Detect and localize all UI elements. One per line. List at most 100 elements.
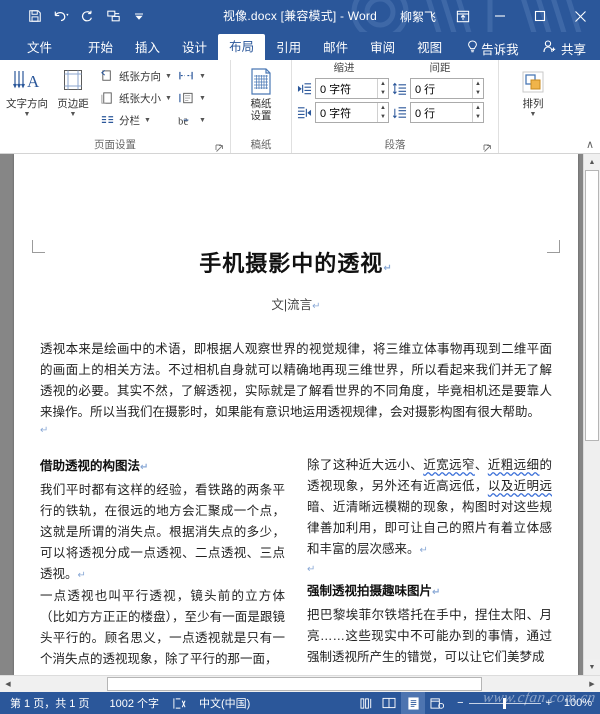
share-button[interactable]: 共享: [537, 36, 596, 60]
chevron-down-icon[interactable]: ▼: [199, 117, 206, 124]
view-print-layout[interactable]: [401, 692, 426, 714]
tab-home[interactable]: 开始: [77, 36, 124, 60]
chevron-down-icon[interactable]: ▼: [144, 117, 151, 124]
vertical-scroll-thumb[interactable]: [585, 170, 599, 441]
macro-record-icon[interactable]: [357, 697, 377, 710]
breaks-button[interactable]: ▼: [175, 66, 209, 87]
indent-right-stepper[interactable]: ▲▼: [315, 102, 389, 123]
indent-left-stepper[interactable]: ▲▼: [315, 78, 389, 99]
chevron-down-icon[interactable]: ▼: [165, 95, 172, 102]
spin-down-icon[interactable]: ▼: [473, 113, 483, 123]
maximize-icon[interactable]: [520, 0, 560, 32]
orientation-label: 纸张方向: [119, 71, 161, 83]
margins-label: 页边距: [57, 98, 89, 110]
spin-down-icon[interactable]: ▼: [378, 113, 388, 123]
zoom-level[interactable]: 100%: [558, 697, 600, 709]
paper-size-button[interactable]: 纸张大小 ▼: [96, 88, 175, 109]
close-icon[interactable]: [560, 0, 600, 32]
tell-me-box[interactable]: 告诉我: [459, 36, 527, 60]
chevron-down-icon[interactable]: ▼: [165, 73, 172, 80]
indent-right-input[interactable]: [316, 103, 378, 122]
tab-mailings[interactable]: 邮件: [312, 36, 359, 60]
paragraph-mark: ↵: [77, 570, 86, 581]
horizontal-scroll-track[interactable]: [16, 676, 584, 692]
right-column-heading: 强制透视拍摄趣味图片↵: [307, 580, 552, 599]
page-body[interactable]: 手机摄影中的透视↵ 文|流言↵ 透视本来是绘画中的术语，即根据人观察世界的视觉规…: [40, 172, 552, 675]
scroll-down-icon[interactable]: ▼: [584, 659, 600, 675]
tab-design[interactable]: 设计: [171, 36, 218, 60]
page-indicator[interactable]: 第 1 页，共 1 页: [0, 695, 99, 711]
tab-view[interactable]: 视图: [406, 36, 453, 60]
zoom-control[interactable]: − +: [449, 697, 558, 709]
word-count[interactable]: 1002 个字: [99, 695, 169, 711]
orientation-button[interactable]: 纸张方向 ▼: [96, 66, 175, 87]
zoom-slider-handle[interactable]: [503, 697, 507, 709]
zoom-out-button[interactable]: −: [457, 697, 463, 709]
svg-text:c: c: [184, 117, 189, 128]
view-web-layout[interactable]: [425, 692, 449, 714]
dialog-launcher-icon[interactable]: [483, 143, 492, 152]
account-name[interactable]: 柳絮飞: [400, 8, 446, 25]
chevron-down-icon[interactable]: ▼: [530, 111, 537, 118]
document-page[interactable]: 手机摄影中的透视↵ 文|流言↵ 透视本来是绘画中的术语，即根据人观察世界的视觉规…: [14, 154, 578, 675]
intro-text: 透视本来是绘画中的术语，即根据人观察世界的视觉规律，将三维立体事物再现到二维平面…: [40, 342, 552, 419]
paragraph-mark: ↵: [383, 263, 393, 274]
view-read-mode[interactable]: [377, 692, 401, 714]
language-indicator[interactable]: 中文(中国): [189, 695, 260, 711]
tab-file[interactable]: 文件: [16, 36, 63, 60]
spacing-after-row: ▲▼: [391, 102, 484, 123]
columns-button[interactable]: 分栏 ▼: [96, 110, 175, 131]
dialog-launcher-icon[interactable]: [215, 143, 224, 152]
arrange-button[interactable]: 排列 ▼: [510, 64, 556, 118]
vertical-scrollbar[interactable]: ▲ ▼: [583, 154, 600, 675]
scroll-up-icon[interactable]: ▲: [584, 154, 600, 170]
tab-review[interactable]: 审阅: [359, 36, 406, 60]
spacing-before-stepper[interactable]: ▲▼: [410, 78, 484, 99]
horizontal-scrollbar[interactable]: ◀ ▶: [0, 675, 600, 692]
hyphenation-button[interactable]: bac ▼: [175, 110, 209, 131]
spin-down-icon[interactable]: ▼: [378, 89, 388, 99]
heading-text: 强制透视拍摄趣味图片: [307, 584, 433, 598]
minimize-icon[interactable]: [480, 0, 520, 32]
zoom-slider-track[interactable]: [468, 697, 541, 709]
zoom-in-button[interactable]: +: [546, 697, 552, 709]
tab-insert[interactable]: 插入: [124, 36, 171, 60]
chevron-down-icon[interactable]: ▼: [199, 73, 206, 80]
ribbon-display-options-icon[interactable]: [446, 0, 480, 32]
group-label-page-setup: 页面设置: [4, 138, 226, 153]
vertical-scroll-track[interactable]: [584, 170, 600, 659]
spacing-after-spinner[interactable]: ▲ ▼: [472, 103, 483, 122]
spacing-after-stepper[interactable]: ▲▼: [410, 102, 484, 123]
indent-right-spinner[interactable]: ▲ ▼: [377, 103, 388, 122]
text-direction-button[interactable]: A 文字方向 ▼: [4, 64, 50, 118]
spin-up-icon[interactable]: ▲: [473, 79, 483, 89]
line-numbers-button[interactable]: ▼: [175, 88, 209, 109]
spin-down-icon[interactable]: ▼: [473, 89, 483, 99]
paper-size-icon: [99, 90, 116, 107]
spacing-after-input[interactable]: [411, 103, 473, 122]
spin-up-icon[interactable]: ▲: [378, 103, 388, 113]
paragraph-text: 我们平时都有这样的经验，看铁路的两条平行的铁轨，在很远的地方会汇聚成一个点，这就…: [40, 483, 285, 581]
spacing-fields: ▲▼ ▲▼: [391, 75, 484, 123]
paragraph-text: 把巴黎埃菲尔铁塔托在手中，捏住太阳、月亮……这些现实中不可能办到的事情，通过强制…: [307, 608, 552, 664]
document-byline: 文|流言↵: [40, 294, 552, 313]
spin-up-icon[interactable]: ▲: [378, 79, 388, 89]
horizontal-scroll-thumb[interactable]: [106, 677, 482, 691]
grid-paper-settings-button[interactable]: 稿纸 设置: [239, 64, 283, 122]
spacing-before-spinner[interactable]: ▲ ▼: [472, 79, 483, 98]
tab-layout[interactable]: 布局: [218, 34, 266, 60]
indent-left-icon: [296, 81, 312, 97]
proofing-errors-icon[interactable]: [169, 697, 189, 710]
spin-up-icon[interactable]: ▲: [473, 103, 483, 113]
chevron-down-icon[interactable]: ▼: [24, 111, 31, 118]
chevron-down-icon[interactable]: ▼: [199, 95, 206, 102]
indent-left-spinner[interactable]: ▲ ▼: [377, 79, 388, 98]
scroll-left-icon[interactable]: ◀: [0, 676, 16, 692]
collapse-ribbon-chevron-up-icon[interactable]: ∧: [586, 140, 594, 151]
spacing-before-input[interactable]: [411, 79, 473, 98]
chevron-down-icon[interactable]: ▼: [70, 111, 77, 118]
indent-left-input[interactable]: [316, 79, 378, 98]
tab-references[interactable]: 引用: [265, 36, 312, 60]
scroll-right-icon[interactable]: ▶: [584, 676, 600, 692]
margins-button[interactable]: 页边距 ▼: [50, 64, 96, 118]
